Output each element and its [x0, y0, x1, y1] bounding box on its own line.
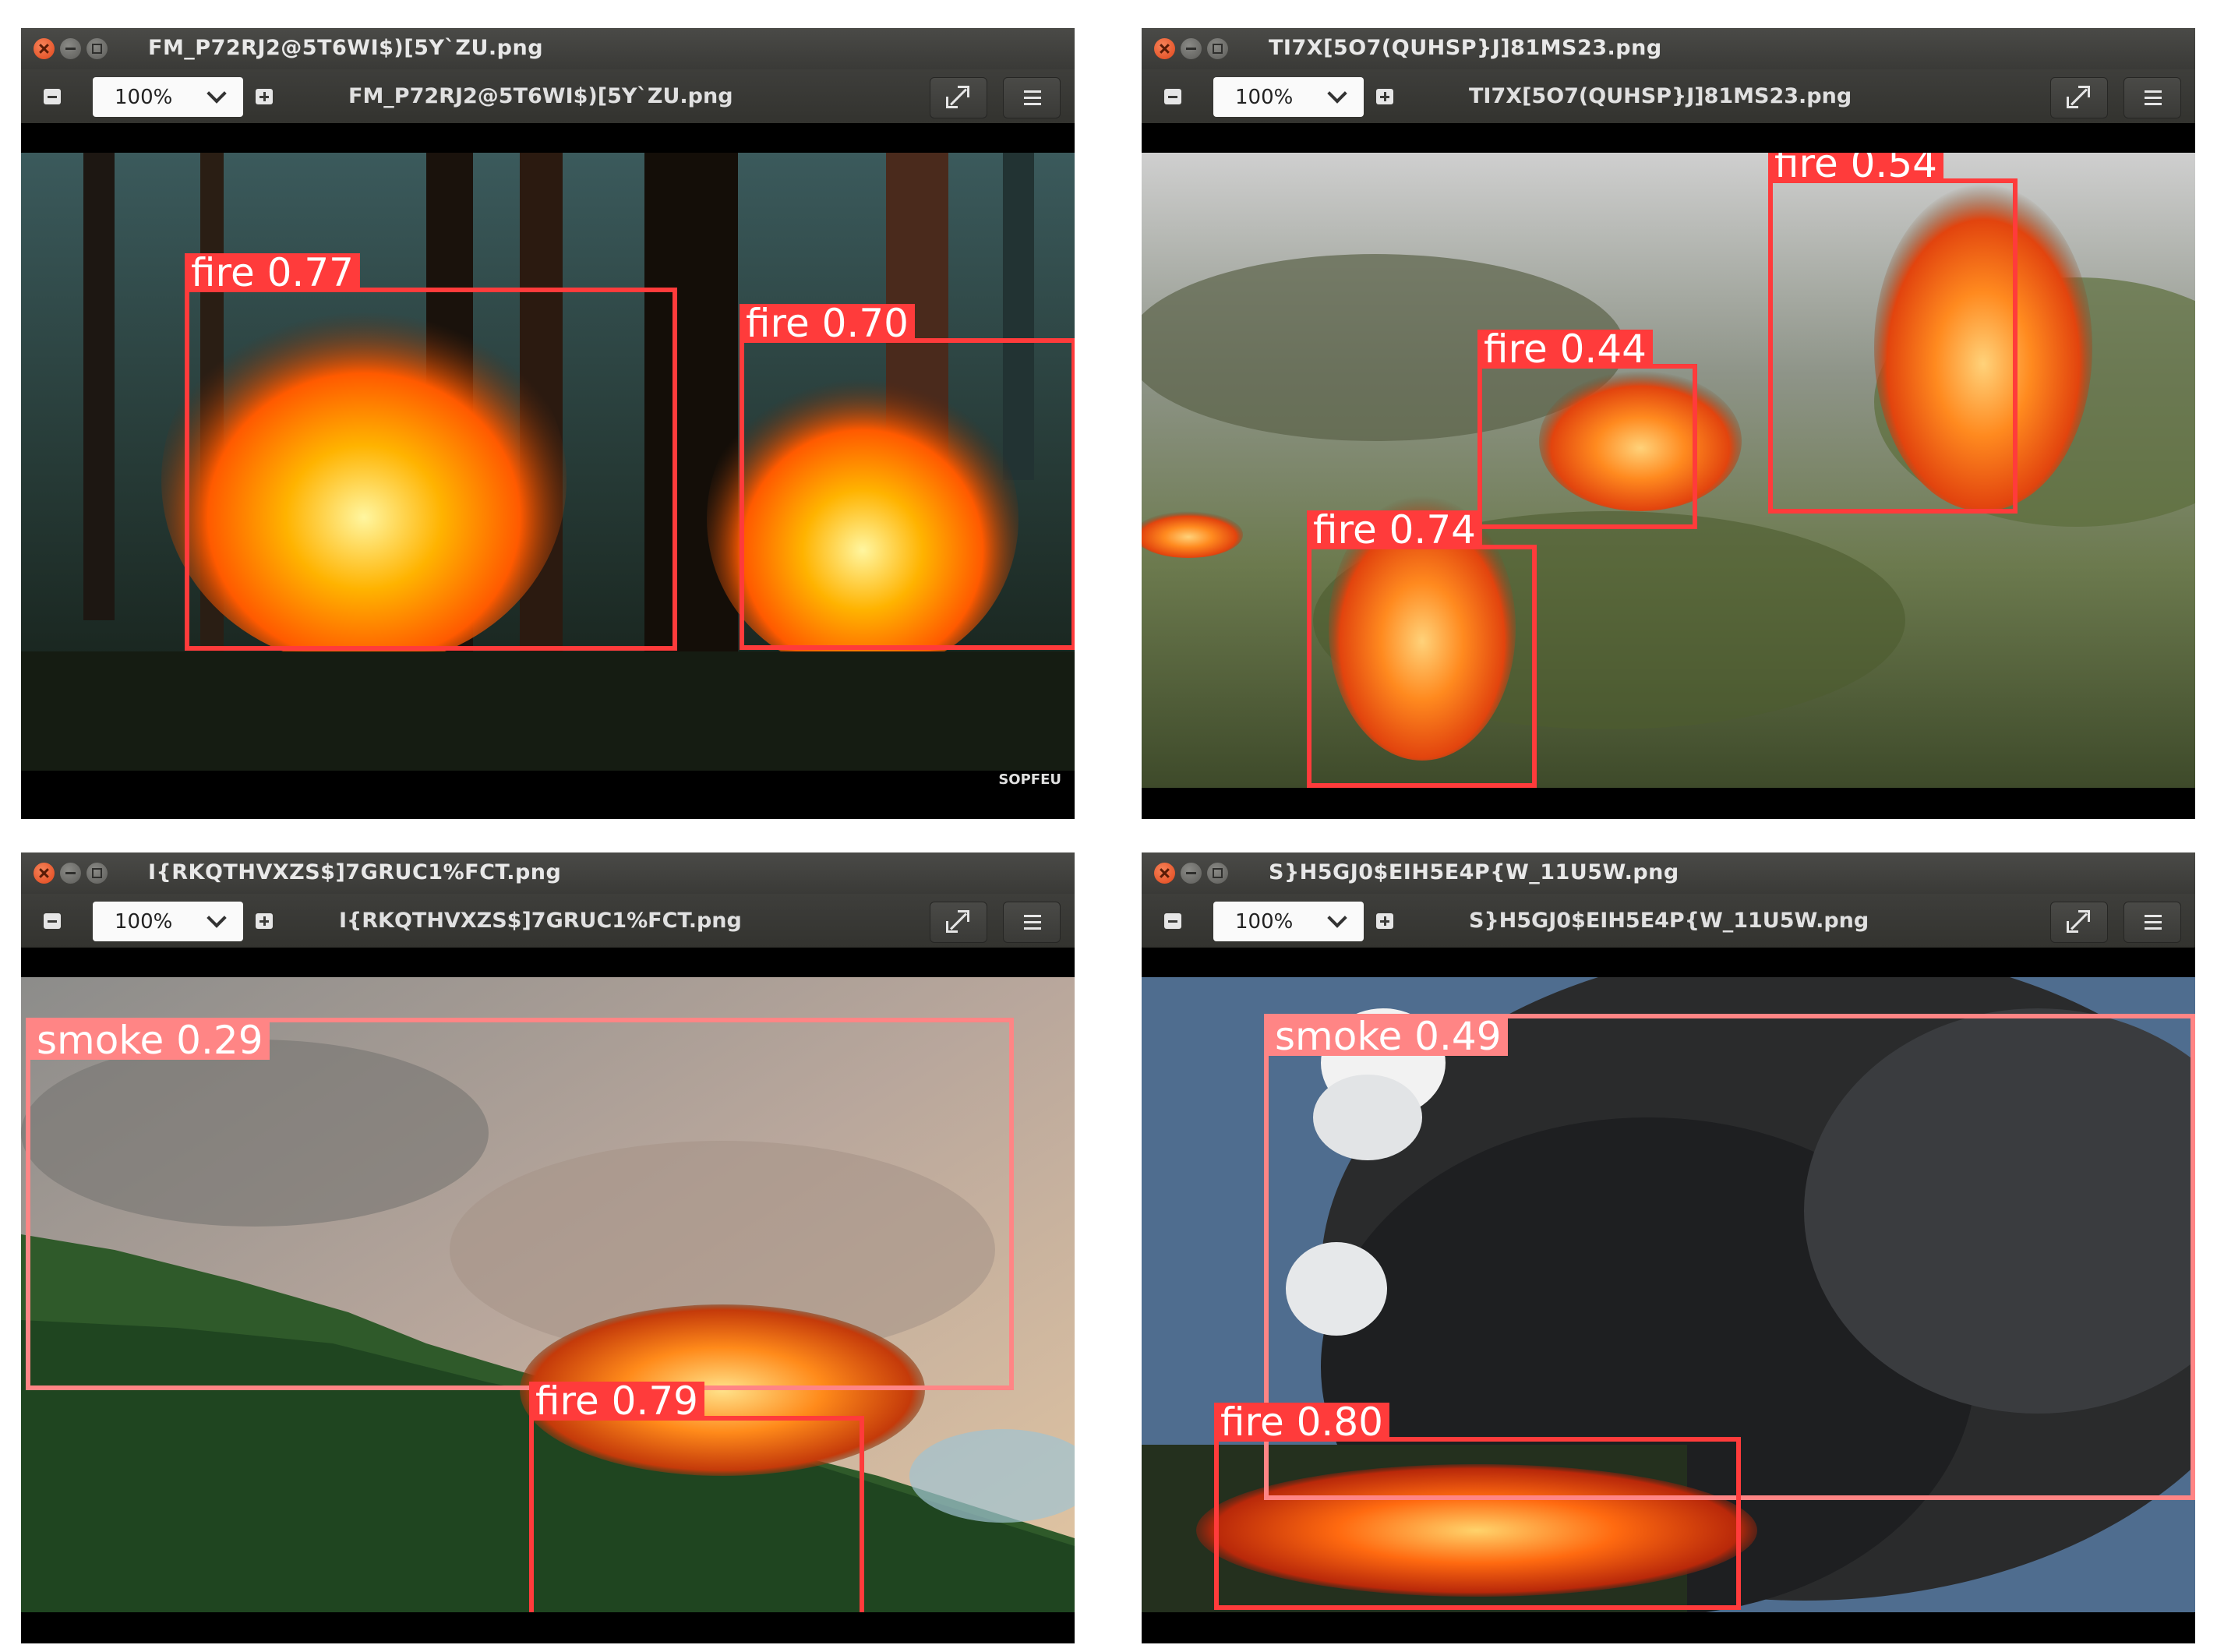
- detection-box: fire 0.70: [740, 304, 1075, 650]
- title-bar[interactable]: S}H5GJ0$EIH5E4P{W_11U5W.png: [1142, 852, 2195, 894]
- close-icon[interactable]: [34, 38, 55, 59]
- window-title: S}H5GJ0$EIH5E4P{W_11U5W.png: [1269, 860, 1679, 884]
- window-title: TI7X[5O7(QUHSP}J]81MS23.png: [1269, 36, 1662, 60]
- detection-box: fire 0.44: [1477, 330, 1697, 529]
- detection-label: fire 0.70: [740, 304, 915, 343]
- maximize-icon[interactable]: [1207, 863, 1228, 884]
- toolbar: 100% FM_P72RJ2@5T6WI$)[5Y`ZU.png: [21, 69, 1075, 123]
- image-canvas: fire 0.54 fire 0.44 fire 0.74: [1142, 153, 2195, 788]
- zoom-out-icon[interactable]: [37, 905, 68, 937]
- detection-label: fire 0.80: [1214, 1403, 1389, 1442]
- image-viewer-window: S}H5GJ0$EIH5E4P{W_11U5W.png 100% S}H5GJ0…: [1142, 852, 2195, 1643]
- zoom-out-icon[interactable]: [1157, 905, 1188, 937]
- detection-box: fire 0.79: [529, 1382, 864, 1612]
- detection-box: fire 0.74: [1307, 510, 1537, 788]
- detection-box: fire 0.54: [1768, 153, 2018, 514]
- chevron-down-icon: [207, 83, 227, 104]
- close-icon[interactable]: [34, 863, 55, 884]
- zoom-out-icon[interactable]: [1157, 81, 1188, 112]
- zoom-select[interactable]: 100%: [1213, 77, 1364, 117]
- detection-label: smoke 0.29: [30, 1021, 270, 1060]
- toolbar-filename: S}H5GJ0$EIH5E4P{W_11U5W.png: [1469, 909, 1869, 933]
- detection-label: fire 0.54: [1768, 153, 1943, 183]
- maximize-icon[interactable]: [86, 38, 108, 59]
- zoom-in-icon[interactable]: [1369, 81, 1400, 112]
- detection-label: fire 0.79: [529, 1382, 704, 1421]
- title-bar[interactable]: I{RKQTHVXZS$]7GRUC1%FCT.png: [21, 852, 1075, 894]
- title-bar[interactable]: TI7X[5O7(QUHSP}J]81MS23.png: [1142, 28, 2195, 69]
- fullscreen-icon[interactable]: [930, 902, 987, 943]
- toolbar: 100% I{RKQTHVXZS$]7GRUC1%FCT.png: [21, 894, 1075, 948]
- maximize-icon[interactable]: [86, 863, 108, 884]
- zoom-value: 100%: [115, 86, 173, 109]
- window-title: FM_P72RJ2@5T6WI$)[5Y`ZU.png: [148, 36, 544, 60]
- fullscreen-icon[interactable]: [930, 77, 987, 118]
- zoom-value: 100%: [115, 910, 173, 934]
- maximize-icon[interactable]: [1207, 38, 1228, 59]
- minimize-icon[interactable]: [60, 863, 81, 884]
- menu-icon[interactable]: [1003, 77, 1061, 118]
- detection-box: fire 0.80: [1214, 1403, 1741, 1610]
- zoom-out-icon[interactable]: [37, 81, 68, 112]
- toolbar-filename: I{RKQTHVXZS$]7GRUC1%FCT.png: [339, 909, 742, 933]
- toolbar-filename: FM_P72RJ2@5T6WI$)[5Y`ZU.png: [348, 84, 733, 108]
- chevron-down-icon: [207, 908, 227, 928]
- minimize-icon[interactable]: [1181, 38, 1202, 59]
- zoom-value: 100%: [1235, 86, 1294, 109]
- zoom-select[interactable]: 100%: [93, 77, 243, 117]
- image-viewer-window: FM_P72RJ2@5T6WI$)[5Y`ZU.png 100% FM_P72R…: [21, 28, 1075, 819]
- detection-box: smoke 0.49: [1264, 1014, 2195, 1500]
- detection-box: smoke 0.29: [26, 1018, 1014, 1390]
- zoom-in-icon[interactable]: [1369, 905, 1400, 937]
- detection-label: fire 0.44: [1477, 330, 1653, 369]
- zoom-in-icon[interactable]: [249, 905, 280, 937]
- image-canvas: SOPFEU fire 0.77 fire 0.70: [21, 153, 1075, 786]
- detection-label: fire 0.77: [185, 253, 360, 292]
- toolbar: 100% TI7X[5O7(QUHSP}J]81MS23.png: [1142, 69, 2195, 123]
- zoom-select[interactable]: 100%: [93, 902, 243, 941]
- detection-box: fire 0.77: [185, 253, 677, 651]
- close-icon[interactable]: [1154, 38, 1175, 59]
- image-canvas: smoke 0.29 fire 0.79: [21, 977, 1075, 1612]
- image-viewer-window: I{RKQTHVXZS$]7GRUC1%FCT.png 100% I{RKQTH…: [21, 852, 1075, 1643]
- toolbar: 100% S}H5GJ0$EIH5E4P{W_11U5W.png: [1142, 894, 2195, 948]
- watermark: SOPFEU: [998, 771, 1061, 786]
- chevron-down-icon: [1327, 908, 1347, 928]
- fullscreen-icon[interactable]: [2050, 902, 2108, 943]
- window-title: I{RKQTHVXZS$]7GRUC1%FCT.png: [148, 860, 562, 884]
- toolbar-filename: TI7X[5O7(QUHSP}J]81MS23.png: [1469, 84, 1852, 108]
- minimize-icon[interactable]: [60, 38, 81, 59]
- zoom-value: 100%: [1235, 910, 1294, 934]
- minimize-icon[interactable]: [1181, 863, 1202, 884]
- zoom-select[interactable]: 100%: [1213, 902, 1364, 941]
- menu-icon[interactable]: [1003, 902, 1061, 943]
- detection-label: fire 0.74: [1307, 510, 1482, 549]
- title-bar[interactable]: FM_P72RJ2@5T6WI$)[5Y`ZU.png: [21, 28, 1075, 69]
- fullscreen-icon[interactable]: [2050, 77, 2108, 118]
- close-icon[interactable]: [1154, 863, 1175, 884]
- image-viewer-window: TI7X[5O7(QUHSP}J]81MS23.png 100% TI7X[5O…: [1142, 28, 2195, 819]
- chevron-down-icon: [1327, 83, 1347, 104]
- image-canvas: smoke 0.49 fire 0.80: [1142, 977, 2195, 1612]
- menu-icon[interactable]: [2123, 902, 2181, 943]
- detection-label: smoke 0.49: [1269, 1017, 1508, 1056]
- zoom-in-icon[interactable]: [249, 81, 280, 112]
- menu-icon[interactable]: [2123, 77, 2181, 118]
